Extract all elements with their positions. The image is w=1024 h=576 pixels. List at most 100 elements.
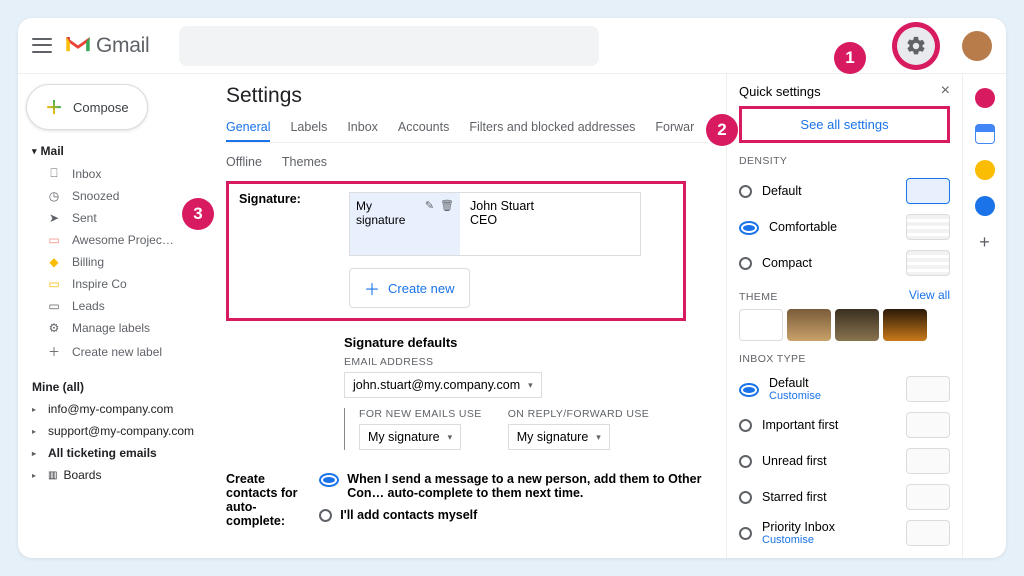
theme-thumb[interactable] (835, 309, 879, 341)
gmail-logo-text: Gmail (96, 34, 149, 58)
quick-settings-title: Quick settings (739, 84, 821, 99)
pencil-icon[interactable]: ✎ (425, 199, 434, 212)
clock-icon: ◷ (46, 189, 62, 203)
annotation-marker-2: 2 (706, 114, 738, 146)
inbox-icon: ⎕ (46, 166, 62, 181)
theme-thumb[interactable] (883, 309, 927, 341)
density-preview (906, 214, 950, 240)
inbox-type-starred[interactable]: Starred first (739, 479, 950, 515)
density-default[interactable]: Default (739, 173, 950, 209)
density-compact[interactable]: Compact (739, 245, 950, 281)
sidebar-item-inbox[interactable]: ⎕Inbox (26, 162, 200, 185)
mine-item-boards[interactable]: ▸▥Boards (26, 464, 200, 486)
contacts-section: Create contacts for auto-complete: When … (226, 472, 708, 530)
plus-icon: ＋ (45, 94, 63, 120)
density-preview (906, 178, 950, 204)
sidebar-item-label-inspire[interactable]: ▭Inspire Co (26, 273, 200, 295)
reply-forward-label: ON REPLY/FORWARD USE (508, 408, 649, 420)
sidebar-item-sent[interactable]: ➤Sent (26, 207, 200, 229)
tab-labels[interactable]: Labels (290, 114, 327, 142)
density-preview (906, 250, 950, 276)
settings-main: Settings General Labels Inbox Accounts F… (208, 74, 726, 558)
customise-link[interactable]: Customise (762, 534, 835, 546)
signature-panels: My signature ✎ 🗑 John Stuart CEO (349, 192, 641, 256)
new-emails-select[interactable]: My signature▾ (359, 424, 461, 450)
contacts-option-auto[interactable]: When I send a message to a new person, a… (319, 472, 708, 500)
theme-thumb[interactable] (787, 309, 831, 341)
sidebar-item-label-billing[interactable]: ◆Billing (26, 251, 200, 273)
settings-gear-button[interactable] (897, 27, 935, 65)
tab-forwarding[interactable]: Forwar (655, 114, 694, 142)
tab-general[interactable]: General (226, 114, 270, 142)
density-comfortable[interactable]: Comfortable (739, 209, 950, 245)
menu-icon[interactable] (32, 36, 52, 56)
create-new-signature-button[interactable]: ＋ Create new (349, 268, 470, 308)
gmail-logo[interactable]: Gmail (64, 32, 149, 59)
mine-item-info[interactable]: ▸info@my-company.com (26, 398, 200, 420)
radio-icon (739, 527, 752, 540)
tab-accounts[interactable]: Accounts (398, 114, 449, 142)
option-label: Unread first (762, 454, 827, 468)
keep-icon[interactable] (975, 160, 995, 180)
signature-section-highlight: Signature: My signature ✎ 🗑 John Stuart … (226, 181, 686, 321)
sidebar-item-manage-labels[interactable]: ⚙Manage labels (26, 317, 200, 339)
option-label: Default (762, 184, 802, 198)
sidebar-item-label-awesome[interactable]: ▭Awesome Projec… (26, 229, 200, 251)
signature-preview-line: John Stuart (470, 199, 630, 213)
sidebar-item-label: Leads (72, 299, 105, 313)
option-label: Priority Inbox (762, 520, 835, 534)
radio-icon (739, 257, 752, 270)
inbox-type-unread[interactable]: Unread first (739, 443, 950, 479)
sidebar-item-label-leads[interactable]: ▭Leads (26, 295, 200, 317)
signature-list-item[interactable]: My signature ✎ 🗑 (350, 193, 460, 255)
tab-filters[interactable]: Filters and blocked addresses (469, 114, 635, 142)
select-value: My signature (368, 430, 440, 444)
inbox-preview (906, 520, 950, 546)
label-icon: ▭ (46, 277, 62, 291)
user-avatar[interactable] (962, 31, 992, 61)
defaults-title: Signature defaults (344, 335, 708, 350)
inbox-type-important[interactable]: Important first (739, 407, 950, 443)
mine-item-ticketing[interactable]: ▸All ticketing emails (26, 442, 200, 464)
mine-item-label: support@my-company.com (48, 424, 194, 438)
view-all-themes[interactable]: View all (909, 288, 950, 302)
theme-thumbnails (739, 309, 950, 341)
plus-icon: ＋ (364, 276, 380, 300)
customise-link[interactable]: Customise (769, 390, 821, 402)
inbox-type-priority[interactable]: Priority InboxCustomise (739, 515, 950, 551)
radio-icon (319, 509, 332, 522)
mine-item-support[interactable]: ▸support@my-company.com (26, 420, 200, 442)
theme-thumb[interactable] (739, 309, 783, 341)
email-select[interactable]: john.stuart@my.company.com▾ (344, 372, 542, 398)
mail-section-header[interactable]: ▾Mail (26, 140, 200, 162)
annotation-marker-3: 3 (182, 198, 214, 230)
trash-icon[interactable]: 🗑 (440, 199, 454, 212)
close-icon[interactable]: × (941, 82, 950, 100)
tab-themes[interactable]: Themes (282, 149, 327, 175)
calendar-icon[interactable] (975, 124, 995, 144)
tasks-icon[interactable] (975, 196, 995, 216)
see-all-settings-button[interactable]: See all settings (739, 106, 950, 143)
sidebar-item-create-label[interactable]: ＋Create new label (26, 339, 200, 364)
signature-preview[interactable]: John Stuart CEO (460, 193, 640, 255)
add-app-icon[interactable]: + (975, 232, 995, 252)
contacts-label: Create contacts for auto-complete: (226, 472, 307, 530)
select-value: My signature (517, 430, 589, 444)
radio-icon (739, 185, 752, 198)
sidebar-item-label: Snoozed (72, 189, 119, 203)
chevron-down-icon: ▾ (596, 432, 601, 443)
contacts-option-manual[interactable]: I'll add contacts myself (319, 508, 708, 522)
inbox-type-default[interactable]: DefaultCustomise (739, 371, 950, 407)
tab-inbox[interactable]: Inbox (347, 114, 378, 142)
tab-offline[interactable]: Offline (226, 149, 262, 175)
search-input[interactable] (179, 26, 599, 66)
option-label: When I send a message to a new person, a… (347, 472, 708, 500)
compose-button[interactable]: ＋ Compose (26, 84, 148, 130)
app-icon[interactable] (975, 88, 995, 108)
sidebar-item-snoozed[interactable]: ◷ Snoozed (26, 185, 200, 207)
reply-forward-select[interactable]: My signature ▾ (508, 424, 610, 450)
new-emails-label: FOR NEW EMAILS USE (359, 408, 482, 420)
boards-icon: ▥ (48, 470, 57, 481)
gear-icon (905, 35, 927, 57)
mine-section-header[interactable]: Mine (all) (26, 376, 200, 398)
